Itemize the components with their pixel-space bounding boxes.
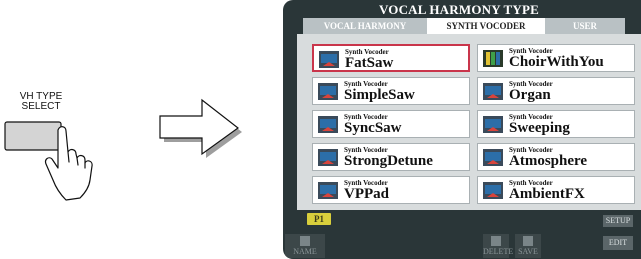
voice-item-organ[interactable]: Synth Vocoder Organ: [477, 77, 635, 105]
page-indicator[interactable]: P1: [307, 213, 331, 225]
voice-item-syncsaw[interactable]: Synth Vocoder SyncSaw: [312, 110, 470, 138]
synth-vocoder-icon: [483, 83, 503, 100]
synth-vocoder-icon: [483, 149, 503, 166]
synth-vocoder-icon: [318, 116, 338, 133]
button-face[interactable]: [4, 121, 62, 151]
screen-title: VOCAL HARMONY TYPE: [378, 2, 540, 17]
vh-type-select-button[interactable]: [0, 118, 110, 208]
delete-button[interactable]: DELETE: [483, 234, 514, 258]
synth-vocoder-icon: [319, 51, 339, 68]
right-arrow-icon: [159, 98, 242, 158]
name-icon: [300, 236, 310, 246]
voice-item-simplesaw[interactable]: Synth Vocoder SimpleSaw: [312, 77, 470, 105]
voice-item-strongdetune[interactable]: Synth Vocoder StrongDetune: [312, 143, 470, 171]
setup-button[interactable]: SETUP: [603, 215, 633, 227]
save-label: SAVE: [518, 247, 538, 256]
synth-vocoder-icon: [318, 83, 338, 100]
voice-item-atmosphere[interactable]: Synth Vocoder Atmosphere: [477, 143, 635, 171]
choir-voice-icon: [483, 50, 503, 67]
label-line-2: SELECT: [21, 101, 61, 112]
trash-icon: [491, 236, 501, 246]
voice-name: Sweeping: [509, 120, 570, 136]
voice-name: VPPad: [344, 186, 389, 202]
voice-list-panel: Synth Vocoder FatSaw Synth Vocoder Simpl…: [297, 34, 641, 210]
disk-icon: [523, 236, 533, 246]
delete-label: DELETE: [483, 247, 514, 256]
voice-name: AmbientFX: [509, 186, 585, 202]
save-button[interactable]: SAVE: [515, 234, 541, 258]
synth-vocoder-icon: [318, 182, 338, 199]
voice-item-sweeping[interactable]: Synth Vocoder Sweeping: [477, 110, 635, 138]
voice-item-choirwithyou[interactable]: Synth Vocoder ChoirWithYou: [477, 44, 635, 72]
synth-vocoder-icon: [483, 116, 503, 133]
name-button[interactable]: NAME: [285, 234, 325, 258]
voice-item-vppad[interactable]: Synth Vocoder VPPad: [312, 176, 470, 204]
voice-item-fatsaw[interactable]: Synth Vocoder FatSaw: [312, 44, 470, 72]
tab-user[interactable]: USER: [545, 18, 625, 34]
voice-name: ChoirWithYou: [509, 54, 604, 70]
voice-item-ambientfx[interactable]: Synth Vocoder AmbientFX: [477, 176, 635, 204]
vh-type-select-label: VH TYPE SELECT: [0, 92, 82, 112]
instrument-display: VOCAL HARMONY TYPE VOCAL HARMONY SYNTH V…: [283, 0, 641, 259]
voice-name: Organ: [509, 87, 551, 103]
voice-name: SimpleSaw: [344, 87, 415, 103]
synth-vocoder-icon: [483, 182, 503, 199]
voice-name: FatSaw: [345, 55, 394, 71]
synth-vocoder-icon: [318, 149, 338, 166]
tab-vocal-harmony[interactable]: VOCAL HARMONY: [303, 18, 427, 34]
voice-name: Atmosphere: [509, 153, 588, 169]
voice-name: StrongDetune: [344, 153, 433, 169]
name-label: NAME: [293, 247, 317, 256]
edit-button[interactable]: EDIT: [603, 236, 633, 250]
voice-name: SyncSaw: [344, 120, 402, 136]
tab-synth-vocoder[interactable]: SYNTH VOCODER: [427, 18, 545, 34]
